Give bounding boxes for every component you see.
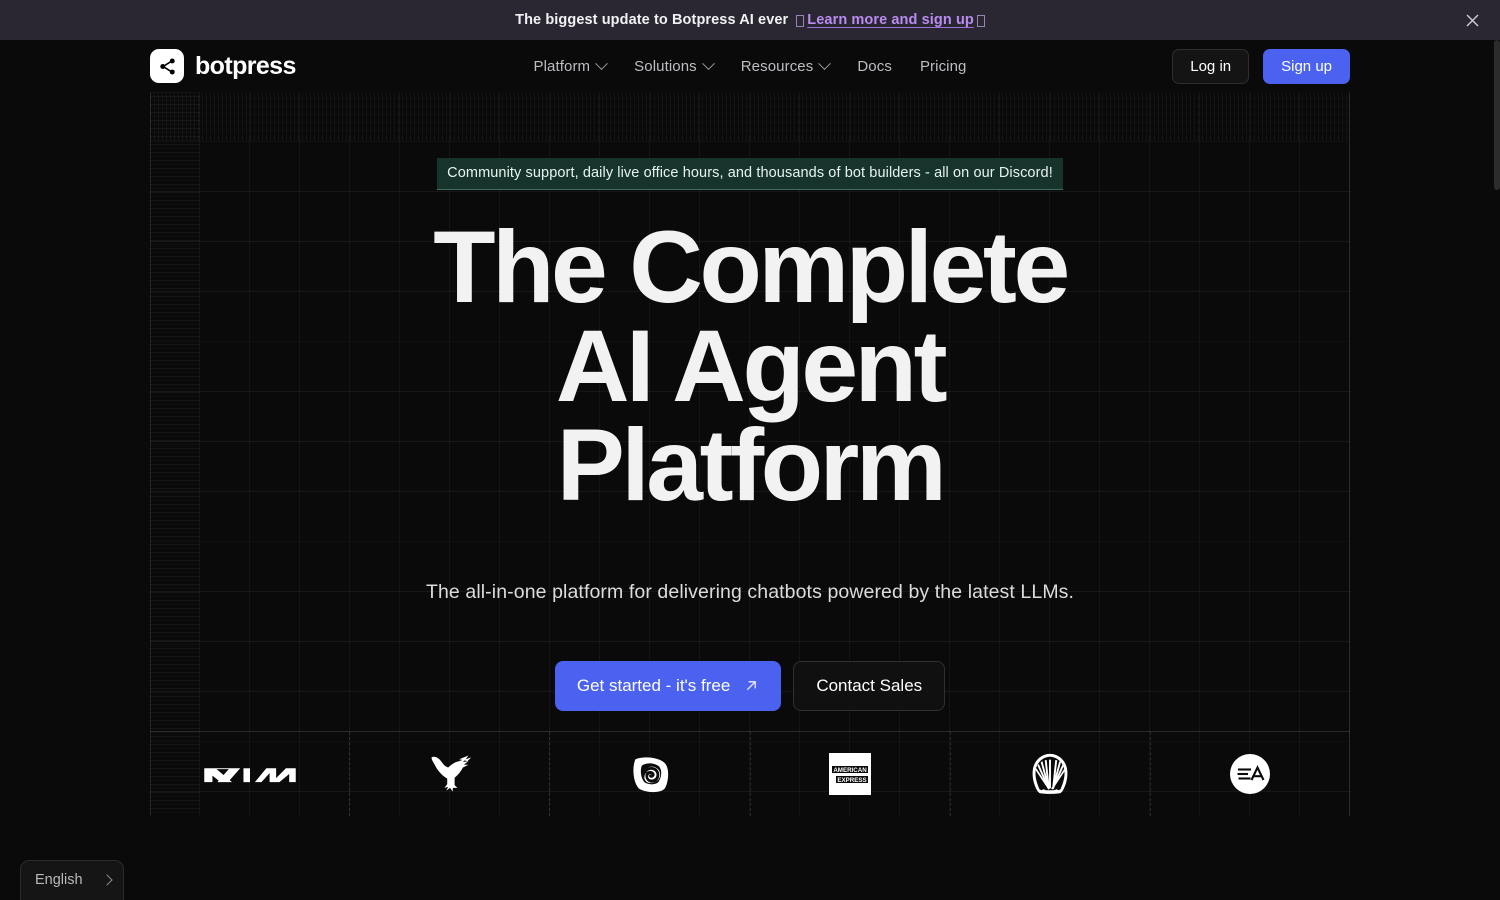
page-scrollbar[interactable] <box>1494 40 1500 900</box>
headline-line-1: The Complete <box>433 209 1070 324</box>
chevron-right-icon <box>100 874 113 886</box>
get-started-button[interactable]: Get started - it's free <box>554 660 782 711</box>
logo-cell-shell <box>951 732 1151 816</box>
ea-logo <box>1230 754 1271 794</box>
nav-item-pricing[interactable]: Pricing <box>920 58 967 75</box>
logo-cell-eagle <box>350 732 551 816</box>
botpress-landing-page: The biggest update to Botpress AI ever L… <box>0 0 1500 900</box>
hero-eyebrow-highlight: Community support, daily live office hou… <box>437 158 1063 190</box>
hero-eyebrow-row: Community support, daily live office hou… <box>0 158 1500 190</box>
headline-line-2: AI Agent <box>555 308 948 423</box>
logo-cell-ea <box>1151 732 1350 816</box>
nav-item-docs[interactable]: Docs <box>857 58 892 75</box>
hero-subtitle: The all-in-one platform for delivering c… <box>425 580 1075 603</box>
chevron-down-icon <box>595 56 609 70</box>
botpress-logo-mark <box>150 49 184 83</box>
language-switcher[interactable]: English <box>20 860 124 900</box>
get-started-label: Get started - it's free <box>576 675 731 695</box>
nav-label-pricing: Pricing <box>919 57 967 75</box>
logo-cell-american-express: AMERICAN EXPRESS <box>751 732 951 816</box>
close-icon <box>1466 14 1478 26</box>
page-title: The Complete AI Agent Platform <box>0 209 1500 522</box>
hero-section: Community support, daily live office hou… <box>0 92 1500 816</box>
login-button[interactable]: Log in <box>1172 48 1250 84</box>
customer-logos: AMERICAN EXPRESS <box>150 732 1350 816</box>
auth-actions: Log in Sign up <box>1172 48 1350 84</box>
emoji-placeholder-right-icon <box>976 15 985 27</box>
hero-content: Community support, daily live office hou… <box>0 92 1500 711</box>
banner-close-button[interactable] <box>1458 6 1486 34</box>
nav-label-resources: Resources <box>740 57 814 75</box>
site-header: botpress Platform Solutions Resources Do… <box>0 40 1500 92</box>
logo-cell-kia <box>150 732 351 816</box>
chevron-down-icon <box>818 56 832 70</box>
nav-label-platform: Platform <box>533 57 591 75</box>
nav-item-resources[interactable]: Resources <box>740 56 832 75</box>
svg-text:AMERICAN: AMERICAN <box>833 767 867 774</box>
signup-button[interactable]: Sign up <box>1263 48 1350 84</box>
eagle-logo <box>431 755 471 792</box>
scrollbar-thumb[interactable] <box>1494 40 1500 190</box>
nav-item-platform[interactable]: Platform <box>533 56 609 75</box>
nav-item-solutions[interactable]: Solutions <box>634 56 715 75</box>
announcement-link[interactable]: Learn more and sign up <box>796 12 985 28</box>
nav-label-docs: Docs <box>857 57 892 75</box>
swirl-logo <box>633 757 669 793</box>
announcement-link-label: Learn more and sign up <box>807 12 974 28</box>
announcement-content: The biggest update to Botpress AI ever L… <box>515 12 985 28</box>
chevron-down-icon <box>701 56 715 70</box>
announcement-banner: The biggest update to Botpress AI ever L… <box>0 0 1500 40</box>
botpress-logo-link[interactable]: botpress <box>150 49 296 83</box>
headline-line-3: Platform <box>556 407 947 522</box>
contact-sales-button[interactable]: Contact Sales <box>793 660 946 711</box>
logo-cell-swirl <box>550 732 751 816</box>
shell-logo <box>1032 753 1068 794</box>
svg-text:EXPRESS: EXPRESS <box>837 777 866 784</box>
hero-cta-row: Get started - it's free Contact Sales <box>0 660 1500 711</box>
announcement-text: The biggest update to Botpress AI ever <box>515 12 789 28</box>
nav-label-solutions: Solutions <box>634 57 697 75</box>
kia-logo <box>203 768 296 783</box>
american-express-logo: AMERICAN EXPRESS <box>829 753 872 795</box>
arrow-up-right-icon <box>747 681 757 690</box>
botpress-wordmark: botpress <box>195 51 296 80</box>
emoji-placeholder-left-icon <box>796 15 805 27</box>
share-nodes-icon <box>159 58 175 74</box>
language-label: English <box>35 872 83 888</box>
